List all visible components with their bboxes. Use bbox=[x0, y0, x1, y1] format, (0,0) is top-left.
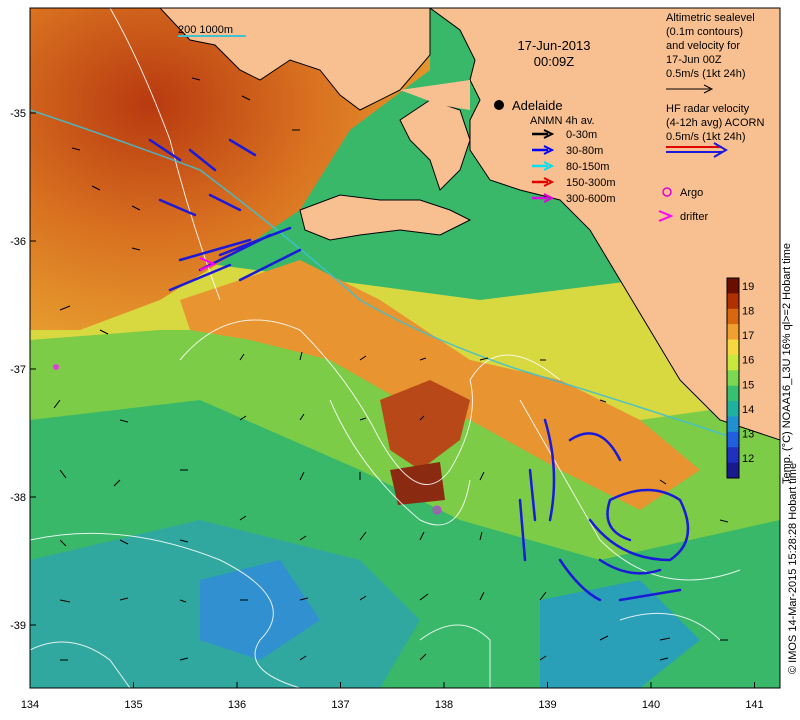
colorbar-tick-label: 16 bbox=[742, 355, 754, 367]
anmn-legend-label: 30-80m bbox=[566, 145, 603, 157]
colorbar-cell bbox=[727, 339, 739, 356]
colorbar-tick-label: 19 bbox=[742, 281, 754, 293]
anmn-legend-title: ANMN 4h av. bbox=[530, 115, 595, 127]
colorbar-cell bbox=[727, 370, 739, 387]
argo-float-marker bbox=[432, 505, 442, 515]
colorbar-cell bbox=[727, 416, 739, 433]
altimetry-legend-line: and velocity for bbox=[666, 40, 740, 52]
anmn-legend-label: 300-600m bbox=[566, 193, 616, 205]
colorbar-cell bbox=[727, 385, 739, 402]
x-tick-label: 137 bbox=[331, 699, 349, 711]
x-tick-label: 139 bbox=[538, 699, 556, 711]
x-tick-label: 136 bbox=[228, 699, 246, 711]
argo-legend-label: Argo bbox=[680, 187, 703, 199]
colorbar-tick-label: 18 bbox=[742, 306, 754, 318]
x-tick-label: 134 bbox=[21, 699, 39, 711]
x-tick-label: 138 bbox=[435, 699, 453, 711]
x-tick-label: 135 bbox=[124, 699, 142, 711]
map-time: 00:09Z bbox=[534, 54, 575, 69]
y-tick-label: -35 bbox=[10, 108, 26, 120]
city-marker bbox=[494, 100, 504, 110]
hf-legend-line: (4-12h avg) ACORN bbox=[666, 117, 764, 129]
colorbar-tick-label: 17 bbox=[742, 330, 754, 342]
altimetry-legend-line: (0.1m contours) bbox=[666, 26, 743, 38]
colorbar-label: Temp. (°C) NOAA16_L3U 16% ql>=2 Hobart t… bbox=[781, 243, 793, 484]
colorbar-cell bbox=[727, 278, 739, 294]
credit-text: © IMOS 14-Mar-2015 15:28:28 Hobart time bbox=[787, 463, 799, 674]
colorbar-tick-label: 13 bbox=[742, 428, 754, 440]
city-label: Adelaide bbox=[512, 98, 563, 113]
y-tick-label: -39 bbox=[10, 620, 26, 632]
x-tick-label: 140 bbox=[642, 699, 660, 711]
colorbar-cell bbox=[727, 401, 739, 417]
y-tick-label: -37 bbox=[10, 364, 26, 376]
map-date: 17-Jun-2013 bbox=[518, 38, 591, 53]
colorbar-tick-label: 14 bbox=[742, 404, 754, 416]
colorbar-cell bbox=[727, 431, 739, 448]
anmn-legend-label: 150-300m bbox=[566, 177, 616, 189]
colorbar-tick-label: 12 bbox=[742, 453, 754, 465]
colorbar-cell bbox=[727, 354, 739, 371]
y-tick-label: -36 bbox=[10, 236, 26, 248]
hf-legend-line: HF radar velocity bbox=[666, 103, 750, 115]
y-tick-label: -38 bbox=[10, 492, 26, 504]
colorbar-cell bbox=[727, 447, 739, 464]
colorbar-cell bbox=[727, 308, 739, 325]
colorbar-cell bbox=[727, 293, 739, 310]
scale-label: 200 1000m bbox=[178, 24, 233, 36]
x-tick-label: 141 bbox=[745, 699, 763, 711]
drifter-legend-label: drifter bbox=[680, 211, 708, 223]
hf-legend-line: 0.5m/s (1kt 24h) bbox=[666, 131, 745, 143]
argo-float-marker-west bbox=[53, 364, 59, 370]
anmn-legend-label: 80-150m bbox=[566, 161, 609, 173]
altimetry-legend-line: 0.5m/s (1kt 24h) bbox=[666, 68, 745, 80]
colorbar-cell bbox=[727, 462, 739, 479]
colorbar-cell bbox=[727, 324, 739, 341]
altimetry-legend-line: Altimetric sealevel bbox=[666, 12, 755, 24]
anmn-legend-label: 0-30m bbox=[566, 129, 597, 141]
sst-map-figure: 200 1000m 17-Jun-2013 00:09Z Adelaide Al… bbox=[10, 7, 799, 711]
altimetry-legend-line: 17-Jun 00Z bbox=[666, 54, 722, 66]
colorbar-tick-label: 15 bbox=[742, 379, 754, 391]
